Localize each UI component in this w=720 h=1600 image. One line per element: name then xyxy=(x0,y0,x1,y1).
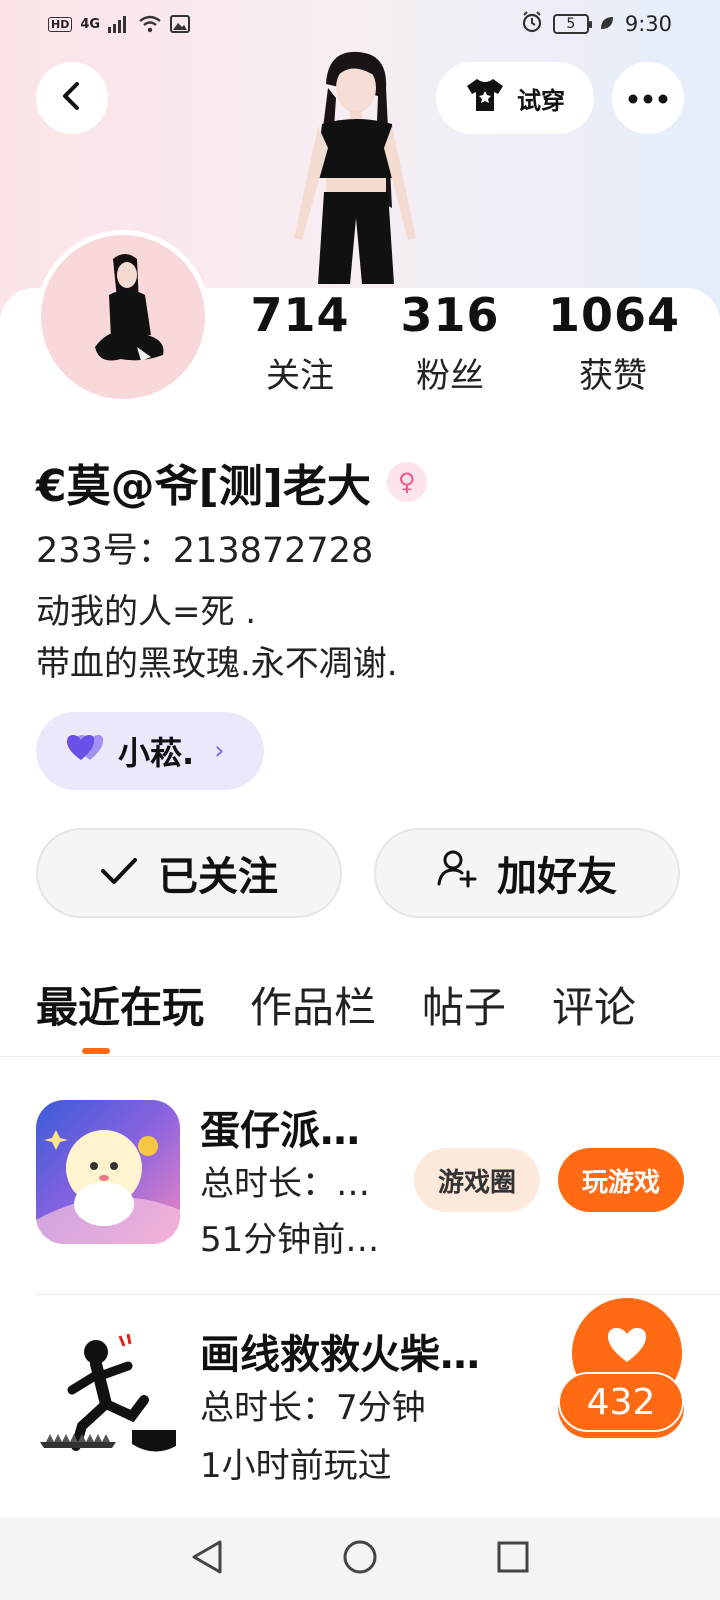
status-bar: HD 4G 5 9:30 xyxy=(0,0,720,48)
list-divider xyxy=(36,1294,720,1295)
clock-time: 9:30 xyxy=(624,12,672,36)
chevron-right-icon: › xyxy=(214,736,225,766)
likes-label: 获赞 xyxy=(579,356,647,396)
more-options-button[interactable] xyxy=(612,62,684,134)
user-id[interactable]: 233号：213872728 xyxy=(36,522,373,573)
eggy-party-game-icon[interactable] xyxy=(36,1100,180,1244)
game-last-played: 1小时前玩过 xyxy=(200,1446,392,1486)
stat-fans[interactable]: 316 粉丝 xyxy=(398,288,502,397)
back-button[interactable] xyxy=(36,62,108,134)
nav-back-icon[interactable] xyxy=(190,1539,224,1579)
heart-icon xyxy=(606,1326,648,1368)
profile-avatar[interactable] xyxy=(36,230,210,404)
like-count-badge: 432 xyxy=(558,1372,684,1432)
play-game-button[interactable]: 玩游戏 xyxy=(558,1148,684,1212)
bio-line-2: 带血的黑玫瑰.永不凋谢. xyxy=(36,644,398,684)
back-arrow-icon xyxy=(59,81,85,115)
signal-icon xyxy=(108,15,130,33)
tab-comments[interactable]: 评论 xyxy=(552,974,636,1035)
following-count: 714 xyxy=(250,288,350,342)
nav-home-icon[interactable] xyxy=(342,1539,378,1579)
wifi-icon xyxy=(138,15,162,33)
leaf-icon xyxy=(599,12,615,36)
profile-bio: 动我的人=死 . 带血的黑玫瑰.永不凋谢. xyxy=(36,586,398,690)
system-navigation-bar xyxy=(0,1518,720,1600)
followed-button[interactable]: 已关注 xyxy=(36,828,342,918)
network-4g-icon: 4G xyxy=(80,16,101,32)
add-friend-button[interactable]: 加好友 xyxy=(374,828,680,918)
bond-tag-label: 小菘. xyxy=(118,734,195,772)
female-gender-icon: ♀ xyxy=(386,462,427,502)
stat-following[interactable]: 714 关注 xyxy=(248,288,352,397)
game-duration: 总时长：7分钟 xyxy=(200,1388,426,1428)
try-on-button[interactable]: 试穿 xyxy=(436,62,594,134)
check-icon xyxy=(100,850,138,896)
stickman-game-icon[interactable] xyxy=(36,1330,180,1474)
alarm-icon xyxy=(521,10,543,38)
game-title: 蛋仔派… xyxy=(200,1108,360,1154)
profile-tabs: 最近在玩 作品栏 帖子 评论 xyxy=(36,974,636,1035)
battery-icon: 5 xyxy=(552,14,592,34)
profile-name: €莫@爷[测]老大 xyxy=(36,461,371,512)
avatar-character-image[interactable] xyxy=(270,48,440,288)
try-on-label: 试穿 xyxy=(517,86,565,115)
bond-tag-button[interactable]: 小菘. › xyxy=(36,712,264,790)
game-title: 画线救救火柴… xyxy=(200,1332,480,1378)
nav-recents-icon[interactable] xyxy=(496,1540,530,1578)
fans-label: 粉丝 xyxy=(416,356,484,396)
fans-count: 316 xyxy=(400,288,500,342)
game-last-played: 51分钟前… xyxy=(200,1220,380,1260)
game-list-item[interactable]: 蛋仔派… 总时长：… 51分钟前… 游戏圈 玩游戏 xyxy=(36,1100,684,1260)
double-heart-icon xyxy=(66,732,104,770)
photo-icon xyxy=(170,15,191,33)
more-dots-icon xyxy=(628,89,668,108)
tabs-divider xyxy=(0,1056,720,1057)
name-row: €莫@爷[测]老大 ♀ xyxy=(36,450,427,514)
tab-posts[interactable]: 帖子 xyxy=(422,974,506,1035)
hd-icon: HD xyxy=(48,16,73,32)
tshirt-icon xyxy=(465,77,505,119)
game-circle-button[interactable]: 游戏圈 xyxy=(414,1148,540,1212)
followed-label: 已关注 xyxy=(158,854,278,900)
tab-works[interactable]: 作品栏 xyxy=(250,974,376,1035)
game-duration: 总时长：… xyxy=(200,1164,370,1204)
tab-recently-played[interactable]: 最近在玩 xyxy=(36,974,204,1035)
bio-line-1: 动我的人=死 . xyxy=(36,592,257,632)
stat-likes[interactable]: 1064 获赞 xyxy=(548,288,681,397)
likes-count: 1064 xyxy=(548,288,681,342)
add-friend-label: 加好友 xyxy=(497,854,617,900)
active-tab-indicator xyxy=(82,1048,110,1054)
following-label: 关注 xyxy=(266,356,334,396)
add-person-icon xyxy=(437,848,477,898)
